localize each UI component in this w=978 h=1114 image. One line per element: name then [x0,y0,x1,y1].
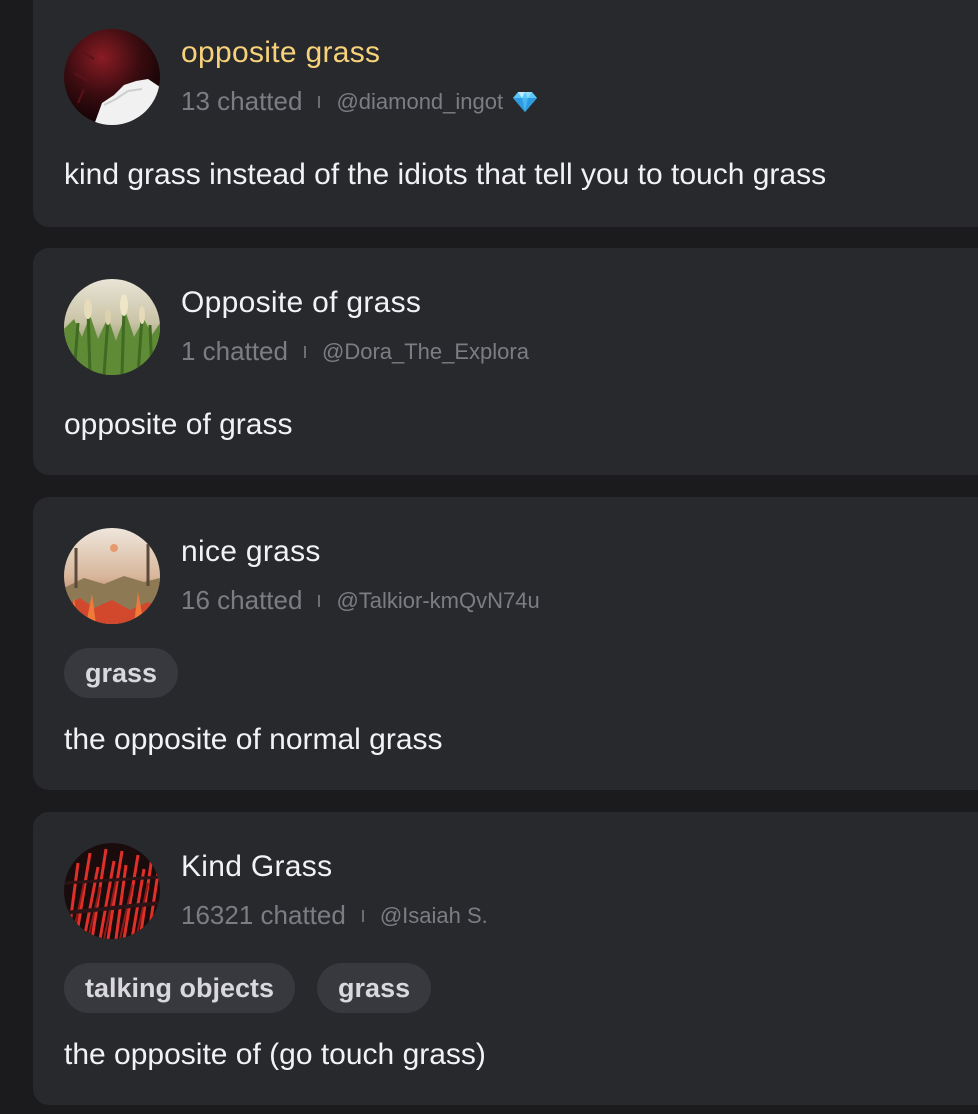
tag-chip[interactable]: grass [317,963,432,1013]
character-feed: opposite grass 13 chatted @diamond_ingot… [0,0,978,1114]
tag-chip[interactable]: talking objects [64,963,296,1013]
character-meta: 16 chatted @Talkior-kmQvN74u [181,585,540,616]
character-meta: 1 chatted @Dora_The_Explora [181,336,529,367]
character-avatar [64,29,160,125]
chatted-count: 1 chatted [181,336,288,366]
character-description: kind grass instead of the idiots that te… [64,158,827,191]
meta-separator [318,95,321,108]
creator-handle[interactable]: @Dora_The_Explora [322,339,529,365]
meta-separator [361,909,364,922]
chatted-count: 13 chatted [181,86,303,116]
character-name[interactable]: nice grass [181,535,321,569]
diamond-icon [513,91,538,112]
character-card[interactable]: Opposite of grass 1 chatted @Dora_The_Ex… [33,248,978,475]
character-card[interactable]: nice grass 16 chatted @Talkior-kmQvN74u … [33,497,978,790]
tag-list: talking objects grass [64,963,432,1013]
character-meta: 13 chatted @diamond_ingot [181,86,539,117]
character-avatar [64,843,160,939]
chatted-count: 16 chatted [181,585,303,615]
tag-list: grass [64,648,179,698]
character-name[interactable]: Kind Grass [181,850,332,884]
character-name[interactable]: Opposite of grass [181,286,421,320]
character-card[interactable]: Kind Grass 16321 chatted @Isaiah S. talk… [33,812,978,1105]
creator-handle[interactable]: @Isaiah S. [380,903,488,929]
tag-chip[interactable]: grass [64,648,179,698]
chatted-count: 16321 chatted [181,900,346,930]
character-avatar [64,279,160,375]
character-description: the opposite of (go touch grass) [64,1038,486,1071]
character-name[interactable]: opposite grass [181,36,380,70]
character-meta: 16321 chatted @Isaiah S. [181,900,488,931]
meta-separator [318,594,321,607]
meta-separator [303,345,306,358]
character-avatar [64,528,160,624]
character-description: the opposite of normal grass [64,723,443,756]
creator-handle[interactable]: @Talkior-kmQvN74u [336,588,539,614]
character-description: opposite of grass [64,408,293,441]
character-card[interactable]: opposite grass 13 chatted @diamond_ingot… [33,0,978,227]
creator-handle[interactable]: @diamond_ingot [336,89,503,115]
